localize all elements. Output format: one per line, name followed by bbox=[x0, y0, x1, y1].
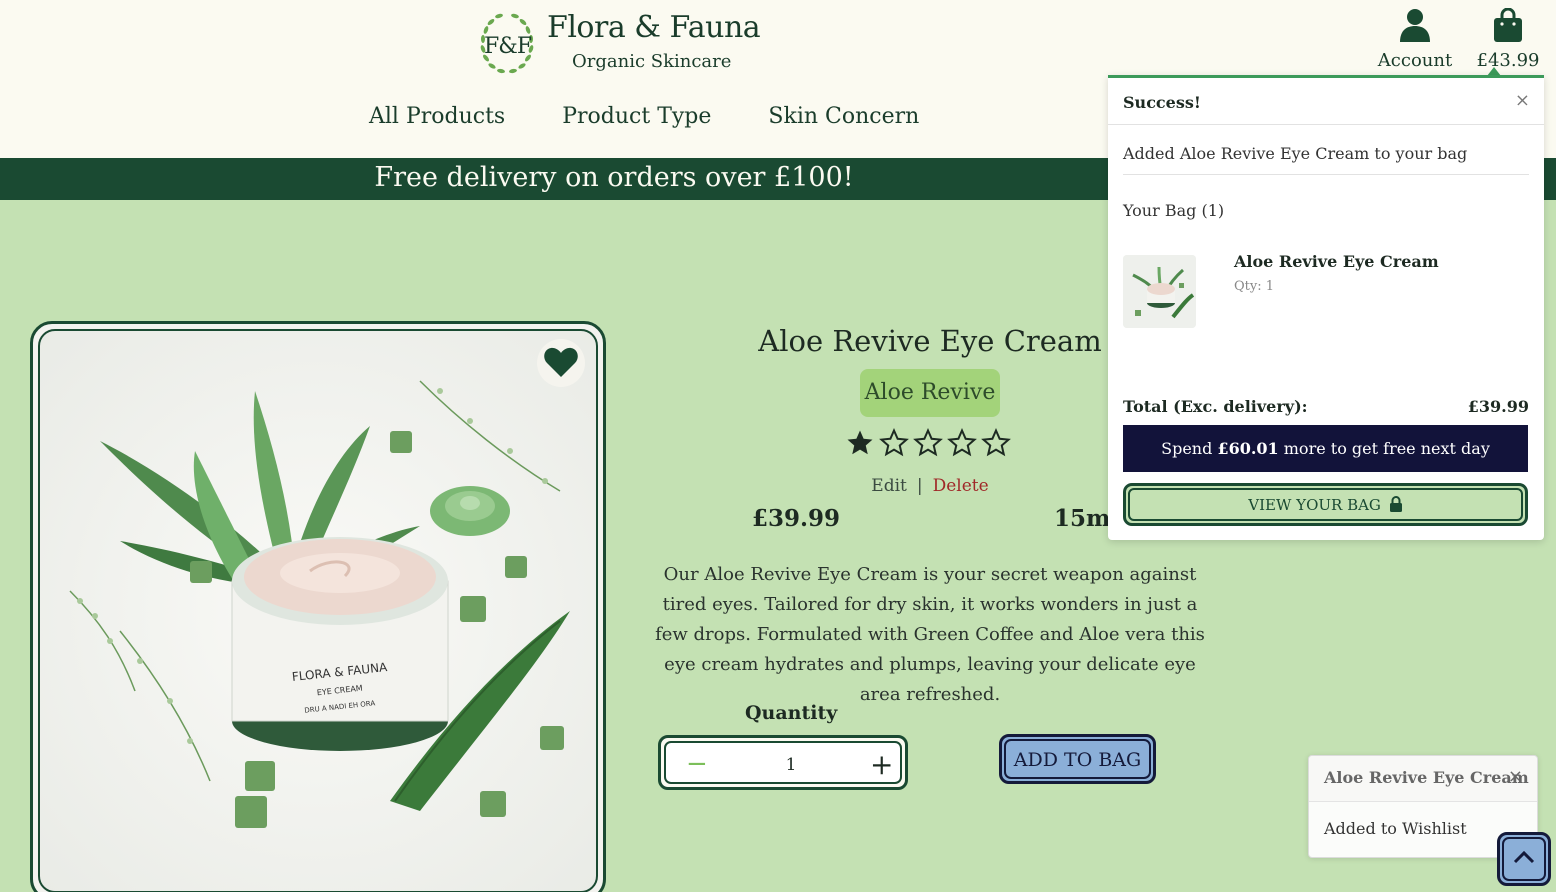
toast-header: Aloe Revive Eye Cream × bbox=[1309, 756, 1537, 802]
star-empty-icon bbox=[947, 428, 977, 457]
bag-total-label: Total (Exc. delivery): bbox=[1123, 397, 1308, 416]
separator: | bbox=[916, 476, 923, 496]
account-link[interactable]: Account bbox=[1376, 8, 1454, 71]
bag-item-name: Aloe Revive Eye Cream bbox=[1234, 252, 1439, 271]
shopping-bag-icon bbox=[1492, 7, 1524, 46]
bag-item-thumbnail bbox=[1123, 255, 1196, 328]
logo-monogram: F&F bbox=[484, 34, 532, 59]
bag-item-qty: Qty: 1 bbox=[1234, 279, 1275, 294]
bag-link[interactable]: £43.99 bbox=[1476, 7, 1540, 71]
bag-total: £43.99 bbox=[1476, 50, 1540, 71]
delete-link[interactable]: Delete bbox=[933, 476, 989, 496]
bag-success-popup: Success! × Added Aloe Revive Eye Cream t… bbox=[1108, 75, 1544, 540]
account-label: Account bbox=[1377, 50, 1453, 71]
star-empty-icon bbox=[981, 428, 1011, 457]
leaf-wreath-logo-icon: F&F bbox=[477, 8, 537, 80]
product-price: £39.99 bbox=[752, 505, 841, 532]
product-description: Our Aloe Revive Eye Cream is your secret… bbox=[655, 564, 1205, 705]
heart-icon bbox=[543, 346, 579, 381]
brand-title: Flora & Fauna bbox=[547, 10, 761, 45]
quantity-input[interactable]: 1 bbox=[776, 755, 806, 775]
nav-all-products[interactable]: All Products bbox=[369, 104, 505, 129]
quantity-label: Quantity bbox=[745, 702, 838, 724]
toast-title: Aloe Revive Eye Cream bbox=[1324, 768, 1529, 787]
brand-subtitle: Organic Skincare bbox=[572, 51, 732, 72]
nav-skin-concern[interactable]: Skin Concern bbox=[768, 104, 919, 129]
star-empty-icon bbox=[913, 428, 943, 457]
product-range-badge[interactable]: Aloe Revive bbox=[860, 369, 1000, 417]
product-image: FLORA & FAUNA EYE CREAM DRU A NADI EH OR… bbox=[38, 329, 598, 892]
toast-message: Added to Wishlist bbox=[1324, 819, 1467, 838]
edit-link[interactable]: Edit bbox=[871, 476, 907, 496]
chevron-up-icon bbox=[1512, 849, 1536, 869]
divider bbox=[1123, 174, 1529, 175]
popup-close-icon[interactable]: × bbox=[1515, 90, 1530, 111]
popup-message: Added Aloe Revive Eye Cream to your bag bbox=[1123, 144, 1468, 163]
toast-close-icon[interactable]: × bbox=[1508, 766, 1523, 787]
view-bag-label: VIEW YOUR BAG bbox=[1248, 496, 1381, 514]
star-empty-icon bbox=[879, 428, 909, 457]
quantity-stepper: − 1 + bbox=[658, 735, 908, 790]
nav-product-type[interactable]: Product Type bbox=[562, 104, 711, 129]
lock-icon bbox=[1389, 492, 1403, 523]
view-bag-button[interactable]: VIEW YOUR BAG bbox=[1123, 483, 1528, 526]
brand-text: Flora & Fauna Organic Skincare bbox=[547, 8, 761, 72]
product-image-frame: FLORA & FAUNA EYE CREAM DRU A NADI EH OR… bbox=[30, 321, 606, 892]
popup-heading: Success! bbox=[1123, 93, 1201, 112]
add-to-bag-button[interactable]: ADD TO BAG bbox=[999, 734, 1156, 784]
spend-prefix: Spend bbox=[1161, 439, 1218, 458]
divider bbox=[1108, 124, 1544, 125]
person-icon bbox=[1399, 9, 1431, 46]
bag-total-value: £39.99 bbox=[1467, 397, 1529, 416]
banner-text: Free delivery on orders over £100! bbox=[374, 162, 854, 193]
popup-bag-count: Your Bag (1) bbox=[1123, 201, 1225, 220]
spend-amount: £60.01 bbox=[1217, 439, 1279, 458]
scroll-to-top-button[interactable] bbox=[1497, 832, 1551, 886]
add-to-bag-label: ADD TO BAG bbox=[1004, 739, 1151, 779]
free-delivery-threshold-notice: Spend £60.01 more to get free next day d… bbox=[1123, 425, 1528, 505]
wishlist-button[interactable] bbox=[537, 339, 585, 387]
main-nav: All Products Product Type Skin Concern bbox=[369, 104, 919, 129]
quantity-decrement-button[interactable]: − bbox=[686, 749, 708, 779]
star-filled-icon bbox=[847, 430, 873, 455]
quantity-increment-button[interactable]: + bbox=[870, 748, 893, 781]
home-logo-link[interactable]: F&F Flora & Fauna Organic Skincare bbox=[477, 8, 761, 80]
star-rating bbox=[845, 428, 1011, 458]
